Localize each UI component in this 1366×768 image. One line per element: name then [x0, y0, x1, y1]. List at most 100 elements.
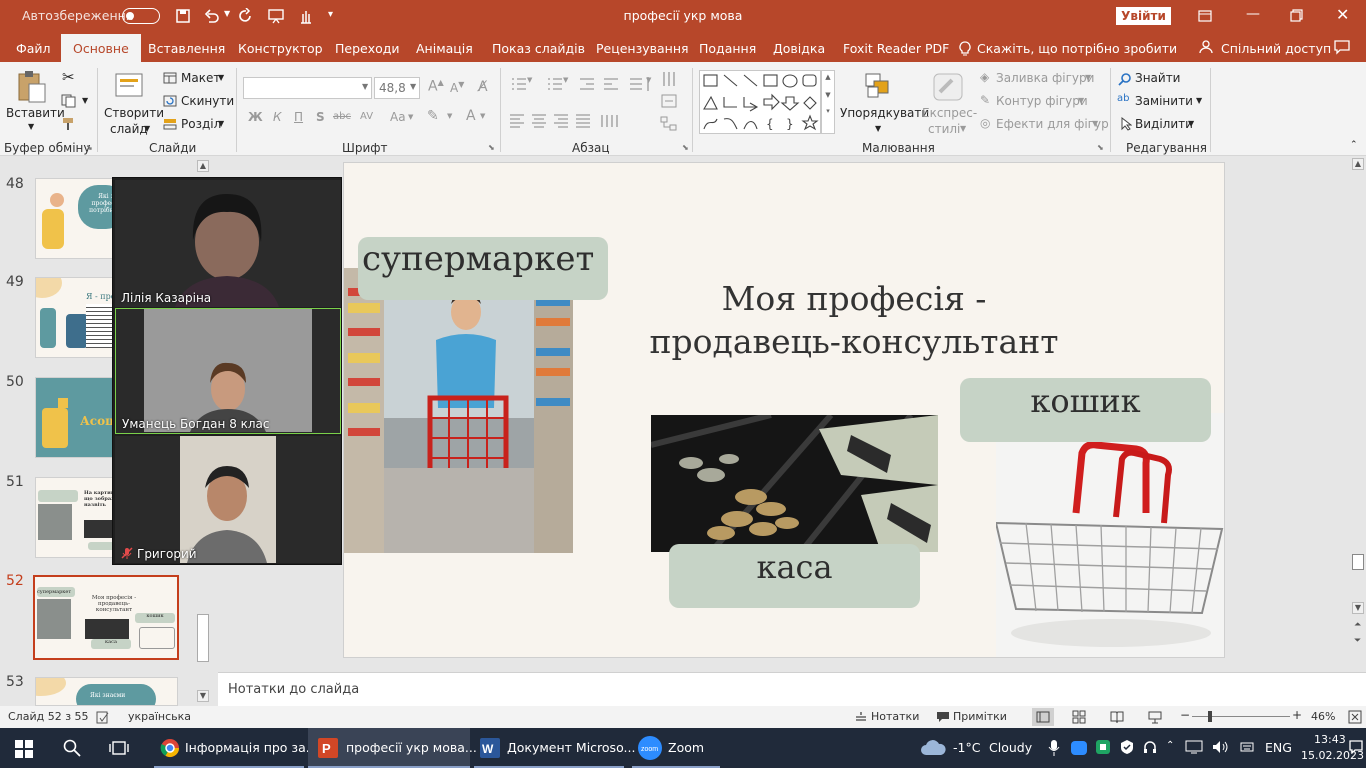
- search-icon[interactable]: [63, 739, 81, 757]
- font-name-dropdown-icon[interactable]: ▼: [362, 82, 368, 91]
- section-button[interactable]: Розділ: [181, 117, 221, 131]
- tab-insert[interactable]: Вставлення: [148, 41, 225, 56]
- decrease-font-icon[interactable]: A▼: [450, 80, 464, 95]
- ribbon-display-options-icon[interactable]: [1198, 9, 1212, 23]
- language-indicator[interactable]: українська: [128, 710, 191, 723]
- comments-button[interactable]: Примітки: [953, 710, 1007, 723]
- redo-icon[interactable]: [238, 8, 254, 24]
- weather-cloud-icon[interactable]: [920, 740, 946, 756]
- thumbnail-slide-53[interactable]: Які знаєми: [35, 677, 178, 706]
- editor-scroll-down-icon[interactable]: ▼: [1352, 602, 1364, 614]
- zoom-video-panel[interactable]: Лілія Казаріна Уманець Богдан 8 клас Гри…: [112, 177, 342, 565]
- shape-fill-button[interactable]: Заливка фігури: [996, 71, 1094, 85]
- align-text-icon[interactable]: [660, 93, 678, 109]
- notes-placeholder[interactable]: Нотатки до слайда: [228, 682, 359, 697]
- basket-photo[interactable]: [996, 413, 1225, 658]
- layout-button[interactable]: Макет: [181, 71, 220, 85]
- undo-dropdown-icon[interactable]: ▼: [224, 9, 230, 18]
- label-basket[interactable]: кошик: [960, 378, 1211, 442]
- network-tray-icon[interactable]: [1185, 740, 1203, 754]
- volume-tray-icon[interactable]: [1212, 740, 1230, 754]
- supermarket-photo[interactable]: [344, 268, 573, 553]
- slideshow-view-icon[interactable]: [1148, 710, 1162, 724]
- task-view-icon[interactable]: [109, 739, 129, 757]
- tab-file[interactable]: Файл: [16, 41, 51, 56]
- new-slide-label-1[interactable]: Створити: [104, 106, 164, 120]
- smartart-icon[interactable]: [660, 116, 678, 132]
- shape-fill-dropdown-icon[interactable]: ▼: [1085, 73, 1091, 82]
- replace-dropdown-icon[interactable]: ▼: [1196, 96, 1202, 105]
- label-register[interactable]: каса: [669, 544, 920, 608]
- undo-icon[interactable]: [204, 8, 220, 24]
- quick-styles-label-2[interactable]: стилі: [928, 122, 960, 136]
- comments-toggle-icon[interactable]: [936, 711, 950, 723]
- italic-button[interactable]: К: [273, 110, 282, 124]
- char-spacing-button[interactable]: AV: [360, 111, 373, 122]
- normal-view-button[interactable]: [1032, 708, 1054, 726]
- security-tray-icon[interactable]: [1120, 740, 1134, 754]
- select-icon[interactable]: [1120, 117, 1132, 131]
- participant-video-active-speaker[interactable]: Уманець Богдан 8 клас: [115, 308, 341, 434]
- customize-qat-icon[interactable]: ▾: [328, 9, 333, 20]
- replace-icon[interactable]: ab: [1117, 93, 1129, 104]
- clear-formatting-icon[interactable]: A̸: [478, 79, 488, 95]
- clipboard-launcher-icon[interactable]: ⬊: [86, 143, 93, 152]
- section-dropdown-icon[interactable]: ▼: [218, 119, 224, 128]
- shape-outline-dropdown-icon[interactable]: ▼: [1078, 96, 1084, 105]
- find-icon[interactable]: [1118, 72, 1132, 86]
- current-slide[interactable]: супермаркет Моя професія - продавець-кон…: [343, 162, 1225, 658]
- quick-styles-label-1[interactable]: Експрес-: [922, 106, 977, 120]
- shape-outline-button[interactable]: Контур фігури: [996, 94, 1088, 108]
- sign-in-button[interactable]: Увійти: [1116, 7, 1171, 25]
- shapes-gallery[interactable]: { }: [699, 70, 821, 134]
- highlight-icon[interactable]: ✎: [427, 108, 439, 124]
- restore-icon[interactable]: [1290, 9, 1303, 22]
- notes-toggle-icon[interactable]: [855, 711, 867, 723]
- section-icon[interactable]: [163, 118, 177, 130]
- shadow-button[interactable]: S: [316, 110, 325, 124]
- participant-video[interactable]: Григорий: [115, 436, 341, 563]
- replace-button[interactable]: Замінити: [1135, 94, 1193, 108]
- label-supermarket[interactable]: супермаркет: [358, 237, 608, 300]
- autosave-toggle[interactable]: [122, 8, 160, 24]
- paste-icon[interactable]: [16, 70, 48, 104]
- layout-icon[interactable]: [163, 72, 177, 84]
- copy-dropdown-icon[interactable]: ▼: [82, 96, 88, 105]
- font-color-icon[interactable]: A: [466, 108, 476, 124]
- show-hidden-icons[interactable]: ⌃: [1166, 740, 1174, 751]
- notes-button[interactable]: Нотатки: [871, 710, 919, 723]
- change-case-button[interactable]: Aa: [390, 110, 406, 124]
- editor-scroll-thumb[interactable]: [1352, 554, 1364, 570]
- tab-home[interactable]: Основне: [61, 34, 141, 62]
- scroll-down-icon[interactable]: ▼: [197, 690, 209, 702]
- zoom-out-icon[interactable]: −: [1180, 708, 1190, 722]
- tab-foxit[interactable]: Foxit Reader PDF: [843, 41, 949, 56]
- tell-me-search[interactable]: Скажіть, що потрібно зробити: [977, 41, 1177, 56]
- cut-icon[interactable]: ✂: [62, 68, 75, 86]
- close-icon[interactable]: ✕: [1336, 5, 1349, 24]
- tab-transitions[interactable]: Переходи: [335, 41, 400, 56]
- select-dropdown-icon[interactable]: ▼: [1188, 119, 1194, 128]
- scroll-up-icon[interactable]: ▲: [197, 160, 209, 172]
- tab-slideshow[interactable]: Показ слайдів: [492, 41, 585, 56]
- taskbar-app-zoom[interactable]: zoom Zoom: [630, 728, 722, 768]
- editor-scrollbar[interactable]: ▲ ▼ ⏶ ⏷: [1350, 156, 1366, 670]
- next-slide-icon[interactable]: ⏷: [1354, 636, 1361, 646]
- text-direction-icon[interactable]: [660, 70, 678, 88]
- shape-effects-icon[interactable]: ◎: [980, 116, 990, 130]
- layout-dropdown-icon[interactable]: ▼: [218, 73, 224, 82]
- strikethrough-button[interactable]: abc: [333, 111, 351, 122]
- arrange-dropdown-icon[interactable]: ▼: [875, 124, 881, 133]
- taskbar-app-powerpoint[interactable]: P професії укр мова...: [308, 728, 477, 768]
- tab-review[interactable]: Рецензування: [596, 41, 689, 56]
- fit-to-window-icon[interactable]: [1348, 710, 1362, 724]
- shape-effects-dropdown-icon[interactable]: ▼: [1092, 119, 1098, 128]
- quick-styles-dropdown-icon[interactable]: ▼: [960, 124, 966, 133]
- reading-view-icon[interactable]: [1110, 710, 1124, 724]
- quick-styles-icon[interactable]: [932, 72, 964, 102]
- find-button[interactable]: Знайти: [1135, 71, 1180, 85]
- tab-design[interactable]: Конструктор: [238, 41, 323, 56]
- paragraph-launcher-icon[interactable]: ⬊: [682, 143, 689, 152]
- input-language[interactable]: ENG: [1265, 740, 1292, 755]
- font-color-dropdown-icon[interactable]: ▼: [480, 112, 485, 120]
